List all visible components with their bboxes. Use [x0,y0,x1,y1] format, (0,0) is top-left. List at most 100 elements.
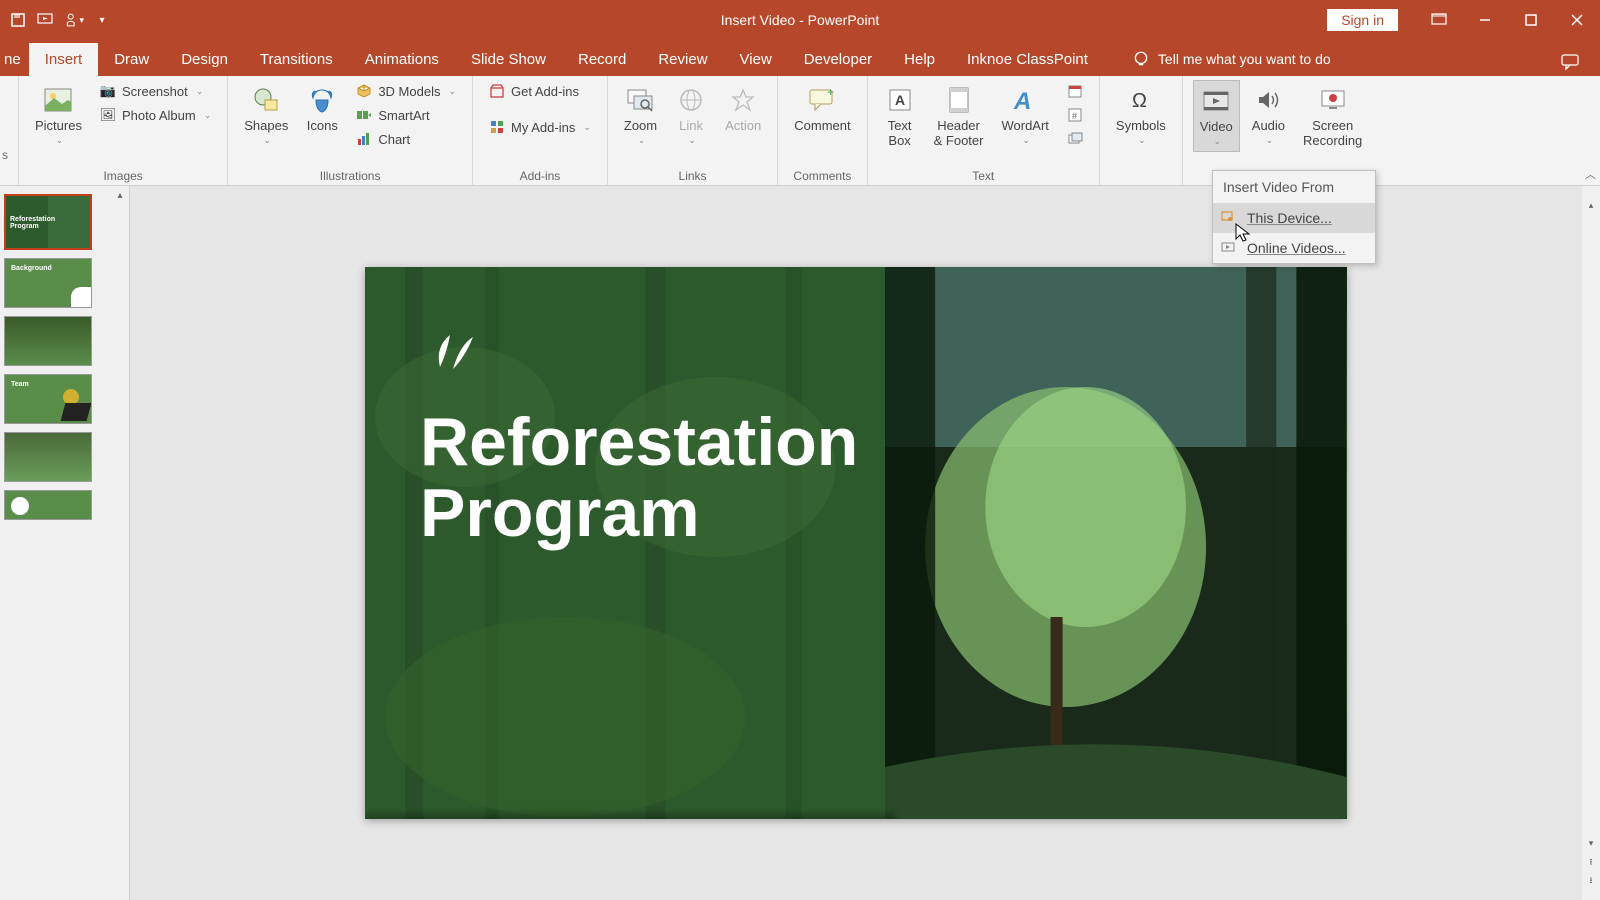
close-button[interactable] [1554,0,1600,40]
thumbnail-slide-3[interactable] [4,316,92,366]
object-button[interactable] [1061,128,1089,150]
thumbnail-slide-2[interactable]: Background [4,258,92,308]
icons-button[interactable]: Icons [300,80,344,137]
tab-developer[interactable]: Developer [788,43,888,76]
tell-me-search[interactable]: Tell me what you want to do [1124,42,1339,76]
video-button[interactable]: Video⌄ [1193,80,1240,152]
save-icon[interactable] [8,10,28,30]
tab-help[interactable]: Help [888,43,951,76]
text-box-icon: A [884,84,916,116]
leaf-logo-icon [425,327,475,377]
svg-text:A: A [895,92,905,108]
scroll-up-icon[interactable]: ▴ [111,186,129,204]
header-footer-button[interactable]: Header & Footer [928,80,990,152]
comments-group-label: Comments [788,167,856,185]
svg-text:Ω: Ω [1132,90,1147,112]
link-icon [675,84,707,116]
slide-thumbnails-panel[interactable]: ReforestationProgram Background Team ▴ [0,186,130,900]
pictures-icon [42,84,74,116]
date-time-icon [1067,83,1083,99]
prev-slide-icon[interactable]: ⭱ [1582,854,1600,872]
video-icon [1200,85,1232,117]
thumbnail-slide-5[interactable] [4,432,92,482]
scroll-up-icon[interactable]: ▴ [1582,196,1600,214]
tab-slideshow[interactable]: Slide Show [455,43,562,76]
sign-in-button[interactable]: Sign in [1327,9,1398,31]
store-icon [489,83,505,99]
audio-button[interactable]: Audio⌄ [1246,80,1291,150]
wordart-icon: A [1009,84,1041,116]
slide-title-text[interactable]: Reforestation Program [420,407,858,550]
my-addins-button[interactable]: My Add-ins⌄ [483,116,597,138]
comment-button[interactable]: + Comment [788,80,856,137]
screen-recording-icon [1317,84,1349,116]
photo-album-button[interactable]: 🖼Photo Album⌄ [94,104,217,126]
slide-number-button[interactable]: # [1061,104,1089,126]
slide-editor[interactable]: Reforestation Program [130,186,1582,900]
addins-group-label: Add-ins [483,167,597,185]
tab-animations[interactable]: Animations [349,43,455,76]
pictures-label: Pictures [35,118,82,133]
tab-insert[interactable]: Insert [29,43,99,76]
shapes-icon [250,84,282,116]
pictures-button[interactable]: Pictures⌄ [29,80,88,150]
presentation-mode-icon[interactable] [36,10,56,30]
svg-text:A: A [1013,88,1031,113]
thumbnail-scrollbar[interactable]: ▴ [111,186,129,900]
chart-button[interactable]: Chart [350,128,462,150]
addins-icon [489,119,505,135]
minimize-button[interactable] [1462,0,1508,40]
screen-recording-button[interactable]: Screen Recording [1297,80,1368,152]
icons-icon [306,84,338,116]
smartart-button[interactable]: SmartArt [350,104,462,126]
links-group-label: Links [618,167,767,185]
smartart-icon [356,107,372,123]
lightbulb-icon [1132,50,1150,68]
maximize-button[interactable] [1508,0,1554,40]
3d-models-button[interactable]: 3D Models⌄ [350,80,462,102]
comment-icon: + [806,84,838,116]
tab-design[interactable]: Design [165,43,244,76]
slide-shadow [365,813,895,819]
tab-transitions[interactable]: Transitions [244,43,349,76]
slide-number-icon: # [1067,107,1083,123]
tell-me-label: Tell me what you want to do [1158,51,1331,67]
touch-mode-icon[interactable]: ▾ [64,10,84,30]
header-footer-icon [943,84,975,116]
date-time-button[interactable] [1061,80,1089,102]
wordart-button[interactable]: A WordArt⌄ [995,80,1054,150]
illustrations-group-label: Illustrations [238,167,462,185]
symbols-button[interactable]: Ω Symbols⌄ [1110,80,1172,150]
ribbon-display-options-icon[interactable] [1416,0,1462,40]
tab-classpoint[interactable]: Inknoe ClassPoint [951,43,1104,76]
comments-pane-icon[interactable] [1560,53,1580,76]
photo-album-icon: 🖼 [100,107,116,123]
thumbnail-slide-6[interactable] [4,490,92,520]
next-slide-icon[interactable]: ⭳ [1582,872,1600,890]
zoom-button[interactable]: Zoom⌄ [618,80,663,150]
editor-scrollbar[interactable]: ▴ ▾ ⭱ ⭳ [1582,186,1600,900]
audio-icon [1252,84,1284,116]
tab-draw[interactable]: Draw [98,43,165,76]
zoom-icon [624,84,656,116]
link-button: Link⌄ [669,80,713,150]
screenshot-icon: 📷 [100,83,116,99]
symbols-icon: Ω [1125,84,1157,116]
get-addins-button[interactable]: Get Add-ins [483,80,597,102]
main-area: ReforestationProgram Background Team ▴ [0,186,1600,900]
qat-customize-icon[interactable]: ▾ [92,10,112,30]
tab-file[interactable]: ne [0,43,29,76]
svg-text:+: + [827,87,834,99]
scroll-down-icon[interactable]: ▾ [1582,834,1600,852]
shapes-button[interactable]: Shapes⌄ [238,80,294,150]
slide-bg-right-image [885,267,1347,819]
tab-view[interactable]: View [724,43,788,76]
tab-record[interactable]: Record [562,43,642,76]
slide-canvas[interactable]: Reforestation Program [365,267,1347,819]
screenshot-button[interactable]: 📷Screenshot⌄ [94,80,217,102]
collapse-ribbon-icon[interactable]: ︿ [1585,166,1596,182]
thumbnail-slide-1[interactable]: ReforestationProgram [4,194,92,250]
text-box-button[interactable]: A Text Box [878,80,922,152]
thumbnail-slide-4[interactable]: Team [4,374,92,424]
tab-review[interactable]: Review [642,43,723,76]
